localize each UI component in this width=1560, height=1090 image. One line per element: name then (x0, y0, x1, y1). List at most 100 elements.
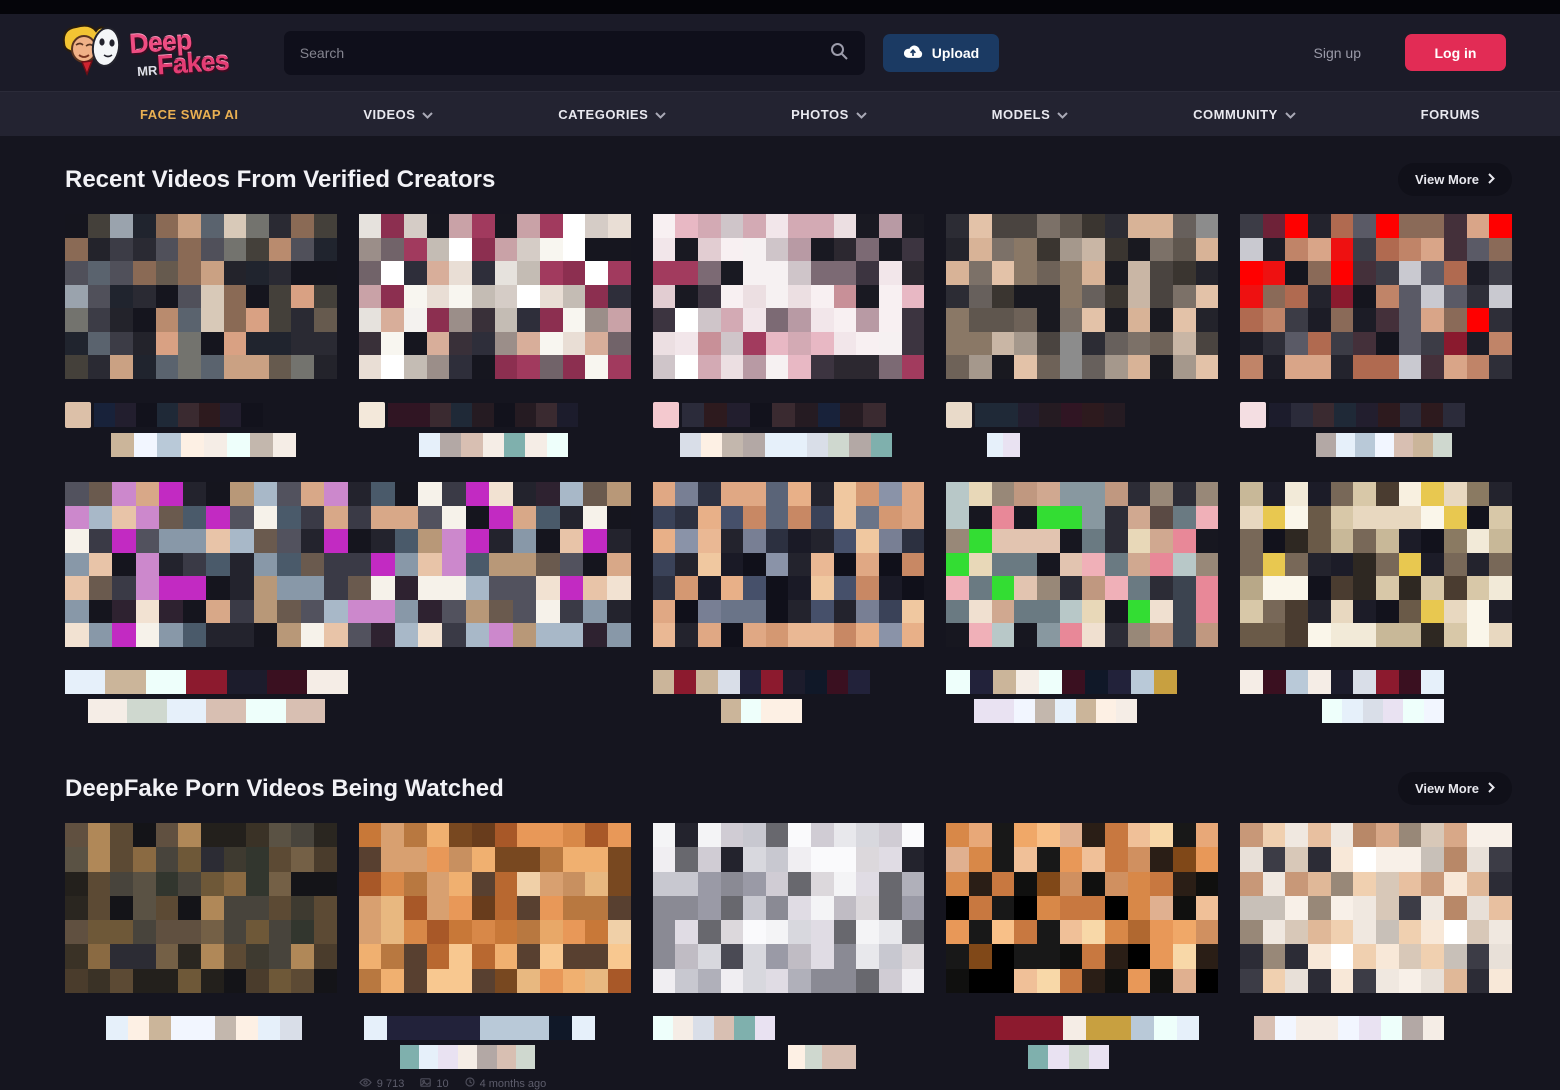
pixelated-text-strip[interactable] (364, 1016, 595, 1040)
video-card (65, 214, 337, 462)
pixelated-text-strip[interactable] (65, 670, 348, 694)
video-meta-line (359, 433, 631, 457)
pixelated-text-strip[interactable] (1269, 403, 1465, 427)
pixelated-text-strip[interactable] (653, 670, 870, 694)
video-card (65, 482, 631, 728)
search-button[interactable] (827, 39, 851, 66)
pixelated-text-strip[interactable] (682, 403, 886, 427)
eye-icon (359, 1078, 372, 1090)
pixelated-text-strip[interactable] (995, 1016, 1199, 1040)
video-thumbnail-pixelated[interactable] (359, 214, 631, 379)
video-thumbnail-pixelated[interactable] (946, 214, 1218, 379)
sign-up-link[interactable]: Sign up (1314, 45, 1361, 61)
pixelated-text-strip[interactable] (680, 433, 892, 457)
view-more-button[interactable]: View More (1398, 772, 1512, 805)
video-meta (1240, 402, 1512, 457)
video-thumbnail-pixelated[interactable] (946, 482, 1218, 647)
video-card (946, 214, 1218, 462)
video-thumbnail-pixelated[interactable] (946, 823, 1218, 993)
pixelated-text-strip[interactable] (1028, 1045, 1110, 1069)
site-logo[interactable]: Deep MR Fakes (60, 21, 228, 84)
video-meta (65, 670, 631, 723)
pixelated-text-strip[interactable] (419, 433, 568, 457)
nav-item-models[interactable]: MODELS (992, 106, 1069, 122)
creator-avatar[interactable] (1240, 402, 1266, 428)
video-thumbnail-pixelated[interactable] (65, 214, 337, 379)
video-meta (65, 1016, 337, 1040)
nav-item-community[interactable]: COMMUNITY (1193, 106, 1296, 122)
nav-item-face-swap-ai[interactable]: FACE SWAP AI (140, 107, 238, 122)
pixelated-text-strip[interactable] (946, 670, 1177, 694)
section-title: DeepFake Porn Videos Being Watched (65, 775, 504, 803)
video-thumbnail-pixelated[interactable] (1240, 823, 1512, 993)
video-thumbnail-pixelated[interactable] (653, 214, 925, 379)
section-title: Recent Videos From Verified Creators (65, 166, 495, 194)
video-meta-line (65, 402, 337, 428)
pixelated-text-strip[interactable] (388, 403, 578, 427)
pixelated-text-strip[interactable] (106, 1016, 302, 1040)
views-count: 9 713 (377, 1078, 405, 1090)
nav-item-videos[interactable]: VIDEOS (363, 106, 433, 122)
video-meta-line (946, 433, 1218, 457)
pixelated-text-strip[interactable] (111, 433, 296, 457)
creator-avatar[interactable] (653, 402, 679, 428)
photos-icon (420, 1078, 431, 1090)
chevron-right-icon (1488, 172, 1495, 187)
video-card (1240, 214, 1512, 462)
main-nav: FACE SWAP AI VIDEOS CATEGORIES PHOTOS MO… (0, 91, 1560, 136)
mascot-mask-icon (60, 21, 124, 84)
video-meta (653, 402, 925, 457)
nav-item-photos[interactable]: PHOTOS (791, 106, 867, 122)
clock-icon (465, 1077, 475, 1090)
video-thumbnail-pixelated[interactable] (65, 823, 337, 993)
pixelated-text-strip[interactable] (653, 1016, 775, 1040)
pixelated-text-strip[interactable] (1254, 1016, 1444, 1040)
video-meta-line (1240, 670, 1512, 694)
video-meta-line (359, 1016, 631, 1040)
video-card (1240, 482, 1512, 728)
log-in-button[interactable]: Log in (1405, 34, 1506, 71)
video-meta (946, 402, 1218, 457)
upload-cloud-icon (903, 44, 923, 62)
video-card (946, 482, 1218, 728)
pixelated-text-strip[interactable] (1322, 699, 1444, 723)
pixelated-text-strip[interactable] (88, 699, 326, 723)
video-thumbnail-pixelated[interactable] (1240, 214, 1512, 379)
nav-item-categories[interactable]: CATEGORIES (558, 106, 666, 122)
video-thumbnail-pixelated[interactable] (653, 482, 925, 647)
video-card: 9 713104 months ago (359, 823, 631, 1090)
video-thumbnail-pixelated[interactable] (653, 823, 925, 993)
video-card (946, 823, 1218, 1090)
pixelated-text-strip[interactable] (94, 403, 263, 427)
chevron-down-icon (422, 107, 433, 122)
video-thumbnail-pixelated[interactable] (359, 823, 631, 993)
pixelated-text-strip[interactable] (1316, 433, 1452, 457)
pixelated-text-strip[interactable] (400, 1045, 536, 1069)
chevron-down-icon (856, 107, 867, 122)
pixelated-text-strip[interactable] (974, 699, 1137, 723)
creator-avatar[interactable] (359, 402, 385, 428)
pixelated-text-strip[interactable] (975, 403, 1124, 427)
pixelated-text-strip[interactable] (987, 433, 1020, 457)
search-input[interactable] (298, 44, 827, 62)
video-meta-line (1240, 1016, 1512, 1040)
header: Deep MR Fakes Upload Sign up Log in (0, 14, 1560, 91)
upload-button[interactable]: Upload (883, 34, 999, 72)
video-meta-line (653, 1045, 925, 1069)
nav-item-forums[interactable]: FORUMS (1421, 107, 1480, 122)
logo-word-fakes: Fakes (156, 49, 229, 77)
creator-avatar[interactable] (946, 402, 972, 428)
pixelated-text-strip[interactable] (1240, 670, 1444, 694)
pixelated-text-strip[interactable] (788, 1045, 856, 1069)
chevron-right-icon (1488, 781, 1495, 796)
watched-videos-grid: 9 713104 months ago (65, 823, 1512, 1090)
pixelated-text-strip[interactable] (721, 699, 803, 723)
video-thumbnail-pixelated[interactable] (65, 482, 631, 647)
video-meta-line (653, 433, 925, 457)
chevron-down-icon (1285, 107, 1296, 122)
creator-avatar[interactable] (65, 402, 91, 428)
view-more-button[interactable]: View More (1398, 163, 1512, 196)
video-meta-line (653, 670, 925, 694)
video-meta-line (946, 670, 1218, 694)
video-thumbnail-pixelated[interactable] (1240, 482, 1512, 647)
